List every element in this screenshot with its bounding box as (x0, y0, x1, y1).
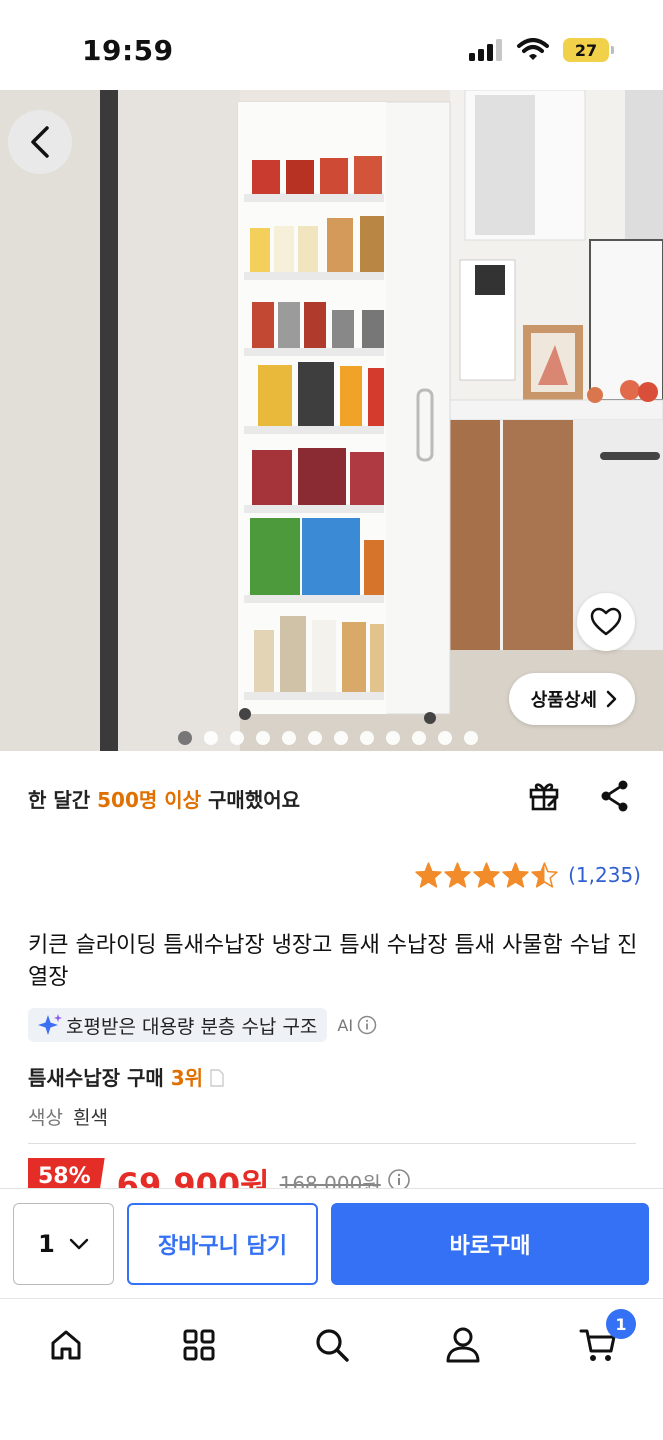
rank-value: 3위 (170, 1066, 204, 1090)
quantity-value: 1 (38, 1230, 55, 1258)
heart-icon (590, 607, 622, 636)
status-bar: 19:59 27 (0, 0, 663, 90)
sale-price: 69,900원 (116, 1166, 270, 1188)
star-icon (473, 862, 500, 888)
chevron-left-icon (31, 126, 49, 158)
product-title: 키큰 슬라이딩 틈새수납장 냉장고 틈새 수납장 틈새 사물함 수납 진열장 (28, 933, 638, 990)
ai-label: AI (337, 1015, 354, 1035)
product-image-carousel[interactable]: 상품상세 (0, 90, 663, 751)
carousel-dot[interactable] (412, 731, 426, 745)
wishlist-button[interactable] (577, 593, 635, 651)
cart-count-badge: 1 (606, 1309, 636, 1339)
info-icon (357, 1015, 377, 1035)
nav-category[interactable] (177, 1323, 221, 1367)
ai-summary-text: 호평받은 대용량 분층 수납 구조 (66, 1015, 318, 1038)
purchase-count: 500명 이상 (97, 788, 202, 812)
rating[interactable]: (1,235) (415, 862, 641, 888)
cellular-signal-icon (469, 39, 502, 61)
nav-home[interactable] (44, 1323, 88, 1367)
star-icon (531, 862, 558, 888)
carousel-dot[interactable] (360, 731, 374, 745)
star-icon (502, 862, 529, 888)
wifi-icon (517, 38, 549, 60)
chevron-down-icon (69, 1238, 89, 1250)
star-icon (444, 862, 471, 888)
purchase-suffix: 구매했어요 (201, 788, 301, 812)
status-time: 19:59 (82, 34, 174, 67)
star-icon (415, 862, 442, 888)
add-to-cart-button[interactable]: 장바구니 담기 (127, 1203, 318, 1285)
carousel-dot[interactable] (230, 731, 244, 745)
back-button[interactable] (8, 110, 72, 174)
purchase-count-line: 한 달간 500명 이상 구매했어요 (28, 784, 300, 813)
share-icon[interactable] (599, 779, 631, 813)
home-icon (51, 1330, 81, 1360)
nav-cart[interactable]: 1 (576, 1309, 636, 1367)
battery-icon: 27 (563, 38, 614, 62)
carousel-dot[interactable] (256, 731, 270, 745)
color-value: 흰색 (72, 1107, 108, 1129)
ai-summary-chip[interactable]: 호평받은 대용량 분층 수납 구조 (28, 1008, 328, 1042)
info-icon[interactable] (387, 1168, 411, 1188)
carousel-dot[interactable] (464, 731, 478, 745)
rank-prefix: 틈새수납장 구매 (28, 1066, 171, 1090)
carousel-indicator (178, 731, 478, 745)
carousel-dot[interactable] (386, 731, 400, 745)
ai-summary-row: 호평받은 대용량 분층 수납 구조 AI (28, 1008, 377, 1042)
carousel-dot[interactable] (204, 731, 218, 745)
color-label: 색상 (28, 1107, 63, 1129)
gift-icon[interactable] (527, 778, 561, 812)
buy-now-button[interactable]: 바로구매 (331, 1203, 649, 1285)
color-option: 색상 흰색 (28, 1103, 108, 1130)
price-row: 58% 69,900원 168,000원 (28, 1158, 638, 1188)
carousel-dot[interactable] (438, 731, 452, 745)
category-rank[interactable]: 틈새수납장 구매 3위 (28, 1062, 224, 1091)
carousel-dot[interactable] (308, 731, 322, 745)
sparkle-icon (38, 1014, 62, 1035)
purchase-action-bar: 1 장바구니 담기 바로구매 (0, 1188, 663, 1298)
nav-my-page[interactable] (441, 1323, 485, 1367)
original-price: 168,000원 (279, 1172, 381, 1188)
document-icon (210, 1069, 224, 1087)
review-count[interactable]: (1,235) (568, 863, 641, 887)
category-grid-icon (183, 1329, 215, 1361)
quantity-select[interactable]: 1 (13, 1203, 114, 1285)
carousel-dot[interactable] (334, 731, 348, 745)
rating-stars (415, 862, 558, 888)
ai-info[interactable]: AI (337, 1015, 377, 1035)
product-detail-label: 상품상세 (530, 690, 597, 711)
chevron-right-icon (606, 690, 617, 708)
nav-search[interactable] (310, 1323, 354, 1367)
search-icon (316, 1329, 349, 1362)
product-detail-button[interactable]: 상품상세 (508, 673, 635, 725)
user-icon (446, 1327, 480, 1363)
status-icons: 27 (469, 38, 614, 62)
discount-badge: 58% (28, 1158, 105, 1188)
carousel-dot[interactable] (282, 731, 296, 745)
purchase-prefix: 한 달간 (28, 788, 98, 812)
carousel-dot[interactable] (178, 731, 192, 745)
divider (28, 1143, 636, 1144)
bottom-navigation: 1 (0, 1298, 663, 1440)
product-image (0, 90, 663, 751)
